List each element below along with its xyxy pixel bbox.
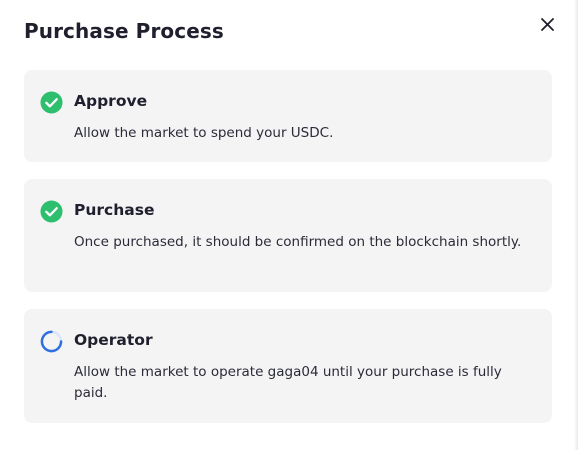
close-button[interactable]: [537, 14, 559, 36]
close-icon: [541, 18, 554, 31]
step-purchase: Purchase Once purchased, it should be co…: [24, 179, 552, 292]
check-circle-icon: [40, 91, 63, 114]
step-title: Operator: [74, 331, 153, 349]
spinner-icon: [40, 330, 63, 353]
steps-list: Approve Allow the market to spend your U…: [24, 70, 552, 440]
step-approve: Approve Allow the market to spend your U…: [24, 70, 552, 162]
step-description: Allow the market to operate gaga04 until…: [74, 364, 502, 401]
modal-title: Purchase Process: [24, 19, 224, 43]
step-operator: Operator Allow the market to operate gag…: [24, 309, 552, 423]
step-description: Allow the market to spend your USDC.: [74, 125, 334, 141]
modal-edge: [574, 0, 578, 450]
step-description: Once purchased, it should be confirmed o…: [74, 234, 522, 250]
step-title: Purchase: [74, 201, 155, 219]
purchase-process-modal: Purchase Process Approve Allow the marke…: [0, 0, 578, 450]
step-title: Approve: [74, 92, 148, 110]
check-circle-icon: [40, 200, 63, 223]
